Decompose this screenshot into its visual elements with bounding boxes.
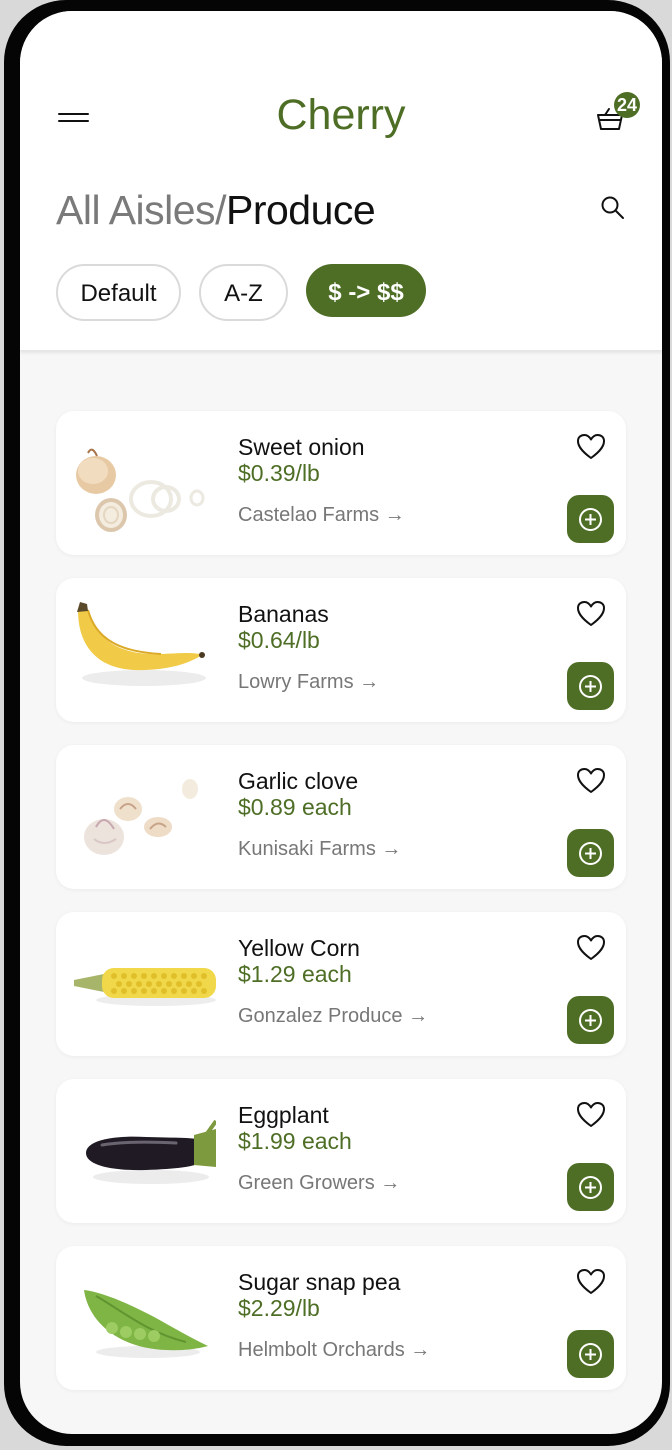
- plus-circle-icon: [579, 842, 602, 865]
- device-frame: Cherry 24 All Aisles/Produce Default A-Z…: [0, 0, 672, 1450]
- plus-circle-icon: [579, 508, 602, 531]
- product-list: Sweet onion $0.39/lb Castelao Farms → Ba…: [56, 411, 626, 1413]
- product-price: $0.39/lb: [238, 460, 320, 486]
- heart-icon[interactable]: [576, 1268, 606, 1296]
- add-to-cart-button[interactable]: [567, 996, 614, 1044]
- product-card[interactable]: Yellow Corn $1.29 each Gonzalez Produce …: [56, 912, 626, 1056]
- heart-icon[interactable]: [576, 1101, 606, 1129]
- product-price: $0.89 each: [238, 794, 352, 820]
- brand-logo: Cherry: [276, 91, 406, 139]
- plus-circle-icon: [579, 1009, 602, 1032]
- product-card[interactable]: Sugar snap pea $2.29/lb Helmbolt Orchard…: [56, 1246, 626, 1390]
- product-price: $2.29/lb: [238, 1295, 320, 1321]
- product-price: $1.29 each: [238, 961, 352, 987]
- eggplant-image: [86, 1119, 216, 1184]
- product-name: Yellow Corn: [238, 935, 360, 961]
- cart-count-badge: 24: [614, 92, 640, 118]
- onion-image: [76, 448, 205, 532]
- cart-button[interactable]: 24: [592, 92, 642, 141]
- heart-icon[interactable]: [576, 600, 606, 628]
- sort-default-button[interactable]: Default: [56, 264, 181, 321]
- breadcrumb: All Aisles/Produce: [56, 187, 376, 234]
- product-name: Eggplant: [238, 1102, 329, 1128]
- breadcrumb-parent-link[interactable]: All Aisles: [56, 187, 216, 233]
- farm-link[interactable]: Helmbolt Orchards →: [238, 1339, 430, 1362]
- farm-link[interactable]: Kunisaki Farms →: [238, 838, 401, 861]
- farm-link[interactable]: Gonzalez Produce →: [238, 1005, 428, 1028]
- add-to-cart-button[interactable]: [567, 662, 614, 710]
- product-name: Sweet onion: [238, 434, 365, 460]
- product-name: Sugar snap pea: [238, 1269, 401, 1295]
- add-to-cart-button[interactable]: [567, 495, 614, 543]
- breadcrumb-separator: /: [215, 187, 226, 233]
- add-to-cart-button[interactable]: [567, 1330, 614, 1378]
- plus-circle-icon: [579, 675, 602, 698]
- corn-image: [74, 968, 216, 1006]
- product-card[interactable]: Sweet onion $0.39/lb Castelao Farms →: [56, 411, 626, 555]
- plus-circle-icon: [579, 1176, 602, 1199]
- app-header: Cherry 24 All Aisles/Produce Default A-Z…: [20, 11, 662, 351]
- farm-link[interactable]: Green Growers →: [238, 1172, 400, 1195]
- product-card[interactable]: Garlic clove $0.89 each Kunisaki Farms →: [56, 745, 626, 889]
- product-price: $0.64/lb: [238, 627, 320, 653]
- breadcrumb-current: Produce: [225, 187, 376, 233]
- plus-circle-icon: [579, 1343, 602, 1366]
- peapod-image: [84, 1290, 208, 1358]
- heart-icon[interactable]: [576, 433, 606, 461]
- farm-link[interactable]: Lowry Farms →: [238, 671, 379, 694]
- garlic-image: [84, 779, 198, 855]
- phone-bezel: Cherry 24 All Aisles/Produce Default A-Z…: [4, 0, 670, 1446]
- product-card[interactable]: Eggplant $1.99 each Green Growers →: [56, 1079, 626, 1223]
- banana-image: [77, 602, 206, 686]
- heart-icon[interactable]: [576, 767, 606, 795]
- add-to-cart-button[interactable]: [567, 1163, 614, 1211]
- app-screen: Cherry 24 All Aisles/Produce Default A-Z…: [20, 11, 662, 1434]
- farm-link[interactable]: Castelao Farms →: [238, 504, 405, 527]
- product-price: $1.99 each: [238, 1128, 352, 1154]
- product-name: Garlic clove: [238, 768, 359, 794]
- sort-az-button[interactable]: A-Z: [199, 264, 288, 321]
- search-icon[interactable]: [600, 195, 628, 223]
- heart-icon[interactable]: [576, 934, 606, 962]
- add-to-cart-button[interactable]: [567, 829, 614, 877]
- product-name: Bananas: [238, 601, 329, 627]
- product-card[interactable]: Bananas $0.64/lb Lowry Farms →: [56, 578, 626, 722]
- sort-price-button[interactable]: $ -> $$: [306, 264, 426, 317]
